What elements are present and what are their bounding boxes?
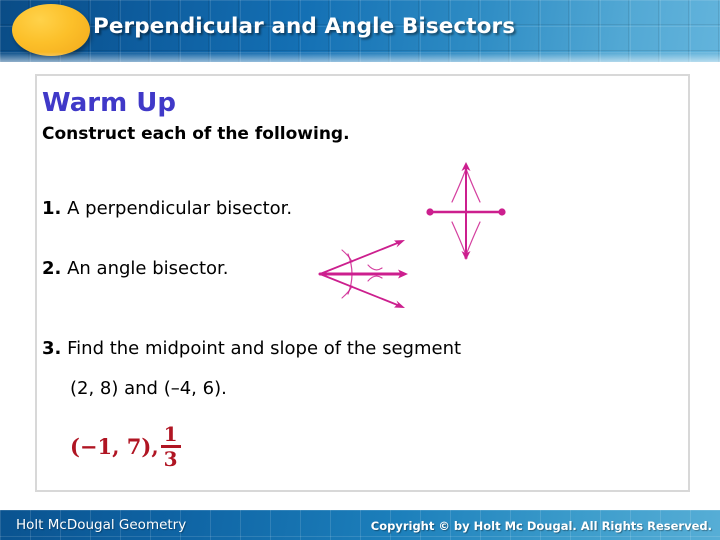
list-item-1-number: 1. [42, 198, 62, 219]
angle-bisector-construction [312, 232, 416, 320]
answer-expression: (−1, 7), 1 3 [70, 424, 181, 469]
answer-midpoint: (−1, 7), [70, 434, 159, 460]
warmup-heading: Warm Up [42, 88, 176, 118]
list-item-2-number: 2. [42, 258, 62, 279]
perpendicular-bisector-construction [418, 158, 530, 266]
footer-brand: Holt McDougal Geometry [16, 517, 187, 533]
fraction-denominator: 3 [163, 446, 178, 471]
slide-footer: Holt McDougal Geometry Copyright © by Ho… [0, 510, 720, 540]
slide-header: Perpendicular and Angle Bisectors [0, 0, 720, 62]
footer-copyright: Copyright © by Holt Mc Dougal. All Right… [370, 519, 712, 533]
answer-slope-fraction: 1 3 [160, 422, 181, 471]
list-item-3-second-line: (2, 8) and (–4, 6). [70, 378, 227, 399]
list-item-2: 2. An angle bisector. [42, 258, 229, 279]
list-item-3: 3. Find the midpoint and slope of the se… [42, 338, 461, 359]
list-item-2-text: An angle bisector. [67, 258, 229, 279]
list-item-1: 1. A perpendicular bisector. [42, 198, 292, 219]
fraction-numerator: 1 [163, 422, 178, 446]
header-bottom-fade [0, 52, 720, 62]
list-item-3-number: 3. [42, 338, 62, 359]
list-item-1-text: A perpendicular bisector. [67, 198, 293, 219]
yellow-ellipse-icon [12, 4, 90, 56]
instruction-text: Construct each of the following. [42, 124, 350, 144]
list-item-3-text: Find the midpoint and slope of the segme… [67, 338, 462, 359]
page-title: Perpendicular and Angle Bisectors [93, 14, 516, 39]
